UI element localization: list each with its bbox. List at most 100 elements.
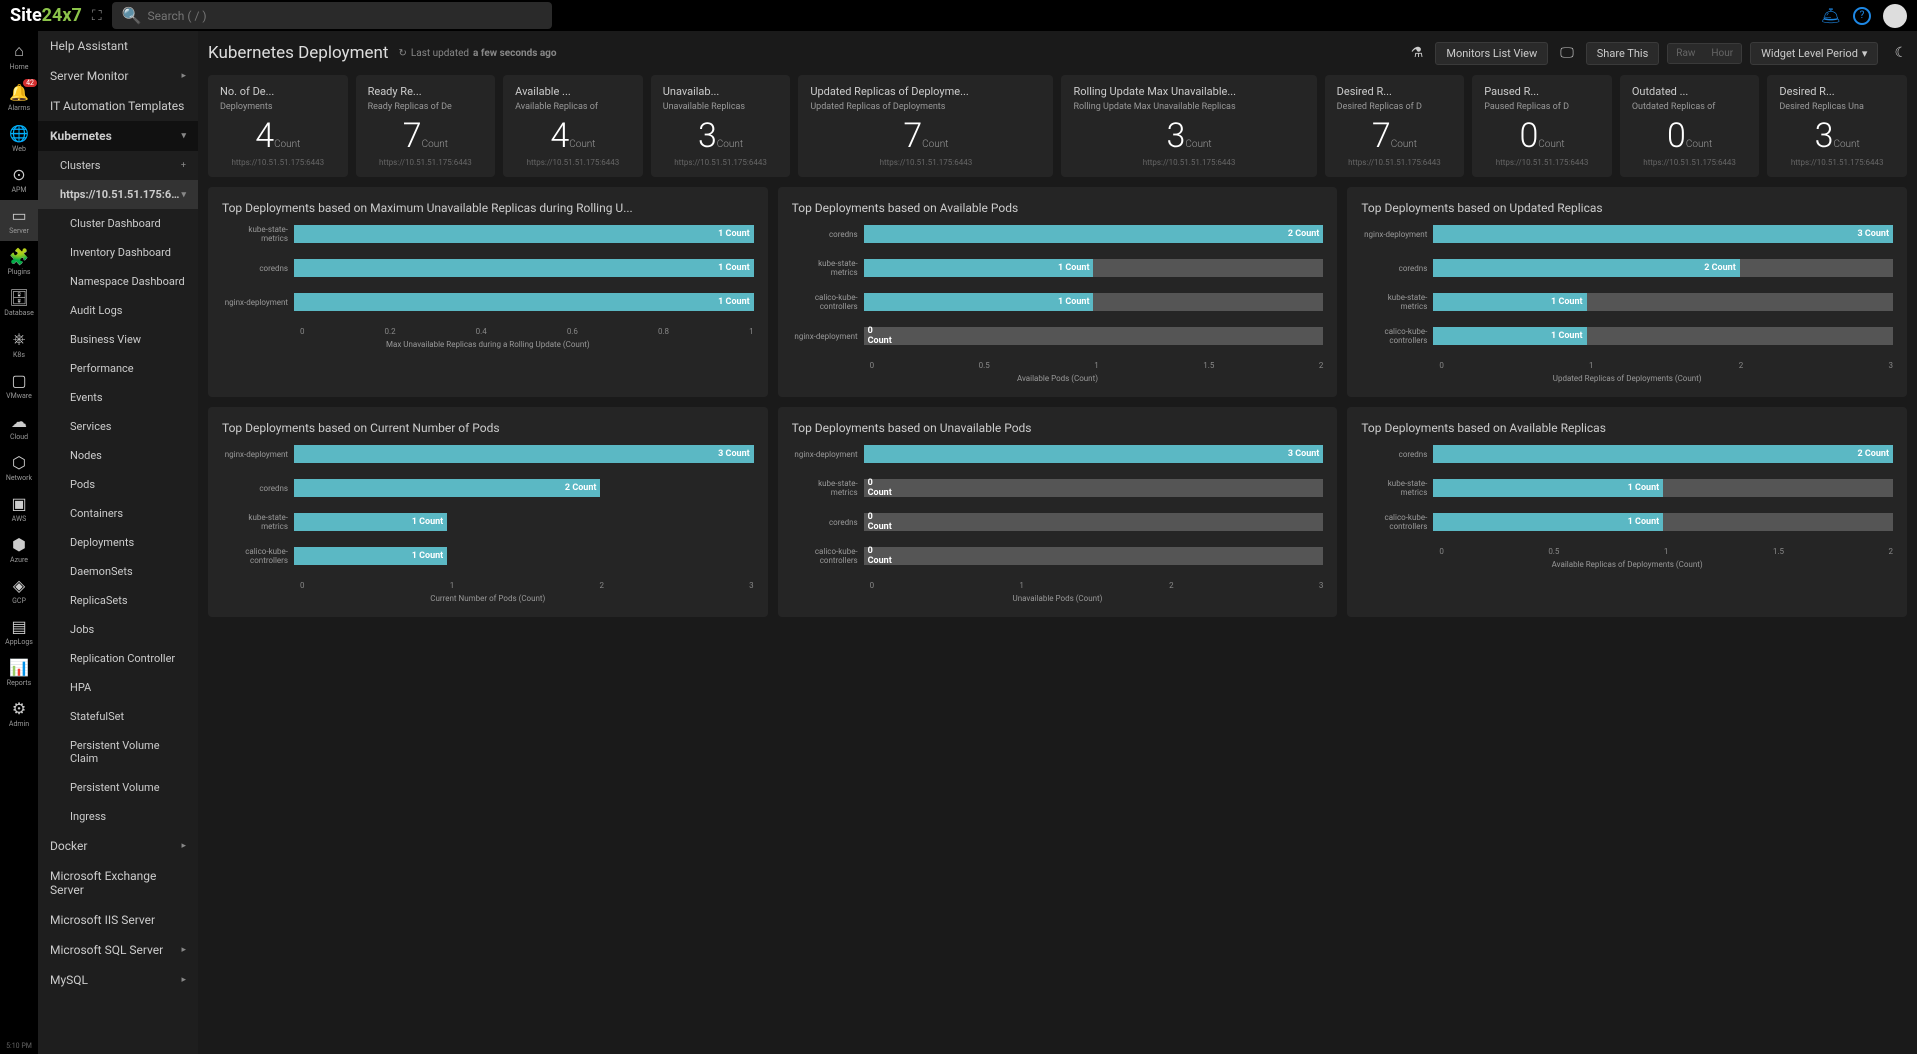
nav-inventory-dashboard[interactable]: Inventory Dashboard xyxy=(38,238,198,267)
nav-iis[interactable]: Microsoft IIS Server xyxy=(38,905,198,935)
time-toggle[interactable]: Raw Hour xyxy=(1667,43,1742,64)
nav-services[interactable]: Services xyxy=(38,412,198,441)
kpi-value: 3Count xyxy=(1073,116,1304,156)
avatar[interactable] xyxy=(1883,4,1907,28)
sidebar-network[interactable]: ⬡Network xyxy=(0,447,38,488)
nav-cluster-url[interactable]: https://10.51.51.175:6443▾ xyxy=(38,180,198,209)
sidebar-aws[interactable]: ▣AWS xyxy=(0,488,38,529)
logo[interactable]: Site24x7 xyxy=(10,5,82,26)
kpi-card[interactable]: Desired R... Desired Replicas of D 7Coun… xyxy=(1325,75,1465,177)
badge: 42 xyxy=(23,79,37,87)
kpi-subtitle: Paused Replicas of D xyxy=(1484,102,1600,112)
nav-nodes[interactable]: Nodes xyxy=(38,441,198,470)
kpi-card[interactable]: Available ... Available Replicas of 4Cou… xyxy=(503,75,643,177)
kpi-card[interactable]: Updated Replicas of Deployme... Updated … xyxy=(798,75,1053,177)
sidebar-web[interactable]: 🌐Web xyxy=(0,118,38,159)
nav-persistent-volume[interactable]: Persistent Volume xyxy=(38,773,198,802)
nav-cluster-dashboard[interactable]: Cluster Dashboard xyxy=(38,209,198,238)
nav-namespace-dashboard[interactable]: Namespace Dashboard xyxy=(38,267,198,296)
sidebar-apm[interactable]: ⊙APM xyxy=(0,159,38,200)
nav-daemonsets[interactable]: DaemonSets xyxy=(38,557,198,586)
nav-server-monitor[interactable]: Server Monitor▸ xyxy=(38,61,198,91)
chevron-down-icon: ▾ xyxy=(181,131,186,141)
kpi-card[interactable]: Unavailab... Unavailable Replicas 3Count… xyxy=(651,75,791,177)
bar-label: coredns xyxy=(1361,450,1433,459)
screen-icon[interactable]: 🖵 xyxy=(1556,41,1578,65)
moon-icon[interactable]: ☾ xyxy=(1894,45,1907,61)
kpi-card[interactable]: No. of De... Deployments 4Count https://… xyxy=(208,75,348,177)
kpi-subtitle: Updated Replicas of Deployments xyxy=(810,102,1041,112)
sidebar-database[interactable]: 🗄Database xyxy=(0,282,38,323)
kpi-card[interactable]: Desired R... Desired Replicas Una 3Count… xyxy=(1767,75,1907,177)
nav-statefulset[interactable]: StatefulSet xyxy=(38,702,198,731)
nav-replication-controller[interactable]: Replication Controller xyxy=(38,644,198,673)
topbar: Site24x7 ⛶ 🔍 🛎 ? xyxy=(0,0,1917,31)
sidebar-plugins[interactable]: 🧩Plugins xyxy=(0,241,38,282)
sidebar-admin[interactable]: ⚙Admin xyxy=(0,693,38,734)
content: Kubernetes Deployment ↻ Last updated a f… xyxy=(198,31,1917,1054)
bar-row: kube-state-metrics 1 Count xyxy=(1361,293,1893,311)
kpi-footer: https://10.51.51.175:6443 xyxy=(1632,158,1748,167)
chevron-down-icon: ▾ xyxy=(1862,47,1868,60)
sidebar-gcp[interactable]: ◈GCP xyxy=(0,570,38,611)
nav-mysql[interactable]: MySQL▸ xyxy=(38,965,198,995)
nav-deployments[interactable]: Deployments xyxy=(38,528,198,557)
nav-sql[interactable]: Microsoft SQL Server▸ xyxy=(38,935,198,965)
sidebar-cloud[interactable]: ☁Cloud xyxy=(0,406,38,447)
nav-clusters[interactable]: Clusters+ xyxy=(38,151,198,180)
sidebar-k8s[interactable]: ⎈K8s xyxy=(0,323,38,365)
bar-row: nginx-deployment 3 Count xyxy=(222,445,754,463)
chart-title: Top Deployments based on Available Pods xyxy=(792,201,1324,215)
kpi-card[interactable]: Rolling Update Max Unavailable... Rollin… xyxy=(1061,75,1316,177)
nav-events[interactable]: Events xyxy=(38,383,198,412)
help-icon[interactable]: ? xyxy=(1853,7,1871,25)
nav-docker[interactable]: Docker▸ xyxy=(38,831,198,861)
chart-card: Top Deployments based on Unavailable Pod… xyxy=(778,407,1338,617)
kpi-card[interactable]: Paused R... Paused Replicas of D 0Count … xyxy=(1472,75,1612,177)
nav-performance[interactable]: Performance xyxy=(38,354,198,383)
nav-help[interactable]: Help Assistant xyxy=(38,31,198,61)
nav-persistent-volume-claim[interactable]: Persistent Volume Claim xyxy=(38,731,198,773)
monitors-list-button[interactable]: Monitors List View xyxy=(1435,42,1548,65)
nav-kubernetes[interactable]: Kubernetes▾ xyxy=(38,121,198,151)
notification-icon[interactable]: 🛎 xyxy=(1821,6,1841,25)
chart-xlabel: Current Number of Pods (Count) xyxy=(222,594,754,603)
kpi-card[interactable]: Ready Re... Ready Replicas of De 7Count … xyxy=(356,75,496,177)
chart-xlabel: Available Pods (Count) xyxy=(792,374,1324,383)
bar-track: 3 Count xyxy=(1433,225,1893,243)
widget-period-dropdown[interactable]: Widget Level Period ▾ xyxy=(1750,42,1878,65)
nav-it-automation[interactable]: IT Automation Templates xyxy=(38,91,198,121)
sidebar-vmware[interactable]: ▢VMware xyxy=(0,365,38,406)
filter-icon[interactable]: ⚗ xyxy=(1407,41,1428,65)
chart-xlabel: Available Replicas of Deployments (Count… xyxy=(1361,560,1893,569)
bar-track: 1 Count xyxy=(294,225,754,243)
refresh[interactable]: ↻ Last updated a few seconds ago xyxy=(398,48,556,59)
sidebar-azure[interactable]: ⬢Azure xyxy=(0,529,38,570)
nav-containers[interactable]: Containers xyxy=(38,499,198,528)
nav-sidebar: Help Assistant Server Monitor▸ IT Automa… xyxy=(38,31,198,1054)
nav-business-view[interactable]: Business View xyxy=(38,325,198,354)
sidebar-home[interactable]: ⌂Home xyxy=(0,35,38,77)
bar-fill: 1 Count xyxy=(294,547,447,565)
share-button[interactable]: Share This xyxy=(1586,42,1660,65)
search-input[interactable] xyxy=(148,9,542,23)
nav-audit-logs[interactable]: Audit Logs xyxy=(38,296,198,325)
sidebar-alarms[interactable]: 🔔42Alarms xyxy=(0,77,38,118)
bar-fill: 3 Count xyxy=(294,445,754,463)
nav-pods[interactable]: Pods xyxy=(38,470,198,499)
nav-ingress[interactable]: Ingress xyxy=(38,802,198,831)
bar-value: 1 Count xyxy=(1058,297,1090,307)
sidebar-applogs[interactable]: ▤AppLogs xyxy=(0,611,38,652)
kpi-card[interactable]: Outdated ... Outdated Replicas of 0Count… xyxy=(1620,75,1760,177)
nav-replicasets[interactable]: ReplicaSets xyxy=(38,586,198,615)
expand-icon[interactable]: ⛶ xyxy=(92,8,102,24)
kpi-subtitle: Desired Replicas of D xyxy=(1337,102,1453,112)
kpi-subtitle: Available Replicas of xyxy=(515,102,631,112)
sidebar-reports[interactable]: 📊Reports xyxy=(0,652,38,693)
nav-hpa[interactable]: HPA xyxy=(38,673,198,702)
sidebar-server[interactable]: ▭Server xyxy=(0,200,38,241)
nav-exchange[interactable]: Microsoft Exchange Server xyxy=(38,861,198,905)
search-box[interactable]: 🔍 xyxy=(112,2,552,29)
time-footer: 5:10 PM xyxy=(6,1038,32,1054)
nav-jobs[interactable]: Jobs xyxy=(38,615,198,644)
